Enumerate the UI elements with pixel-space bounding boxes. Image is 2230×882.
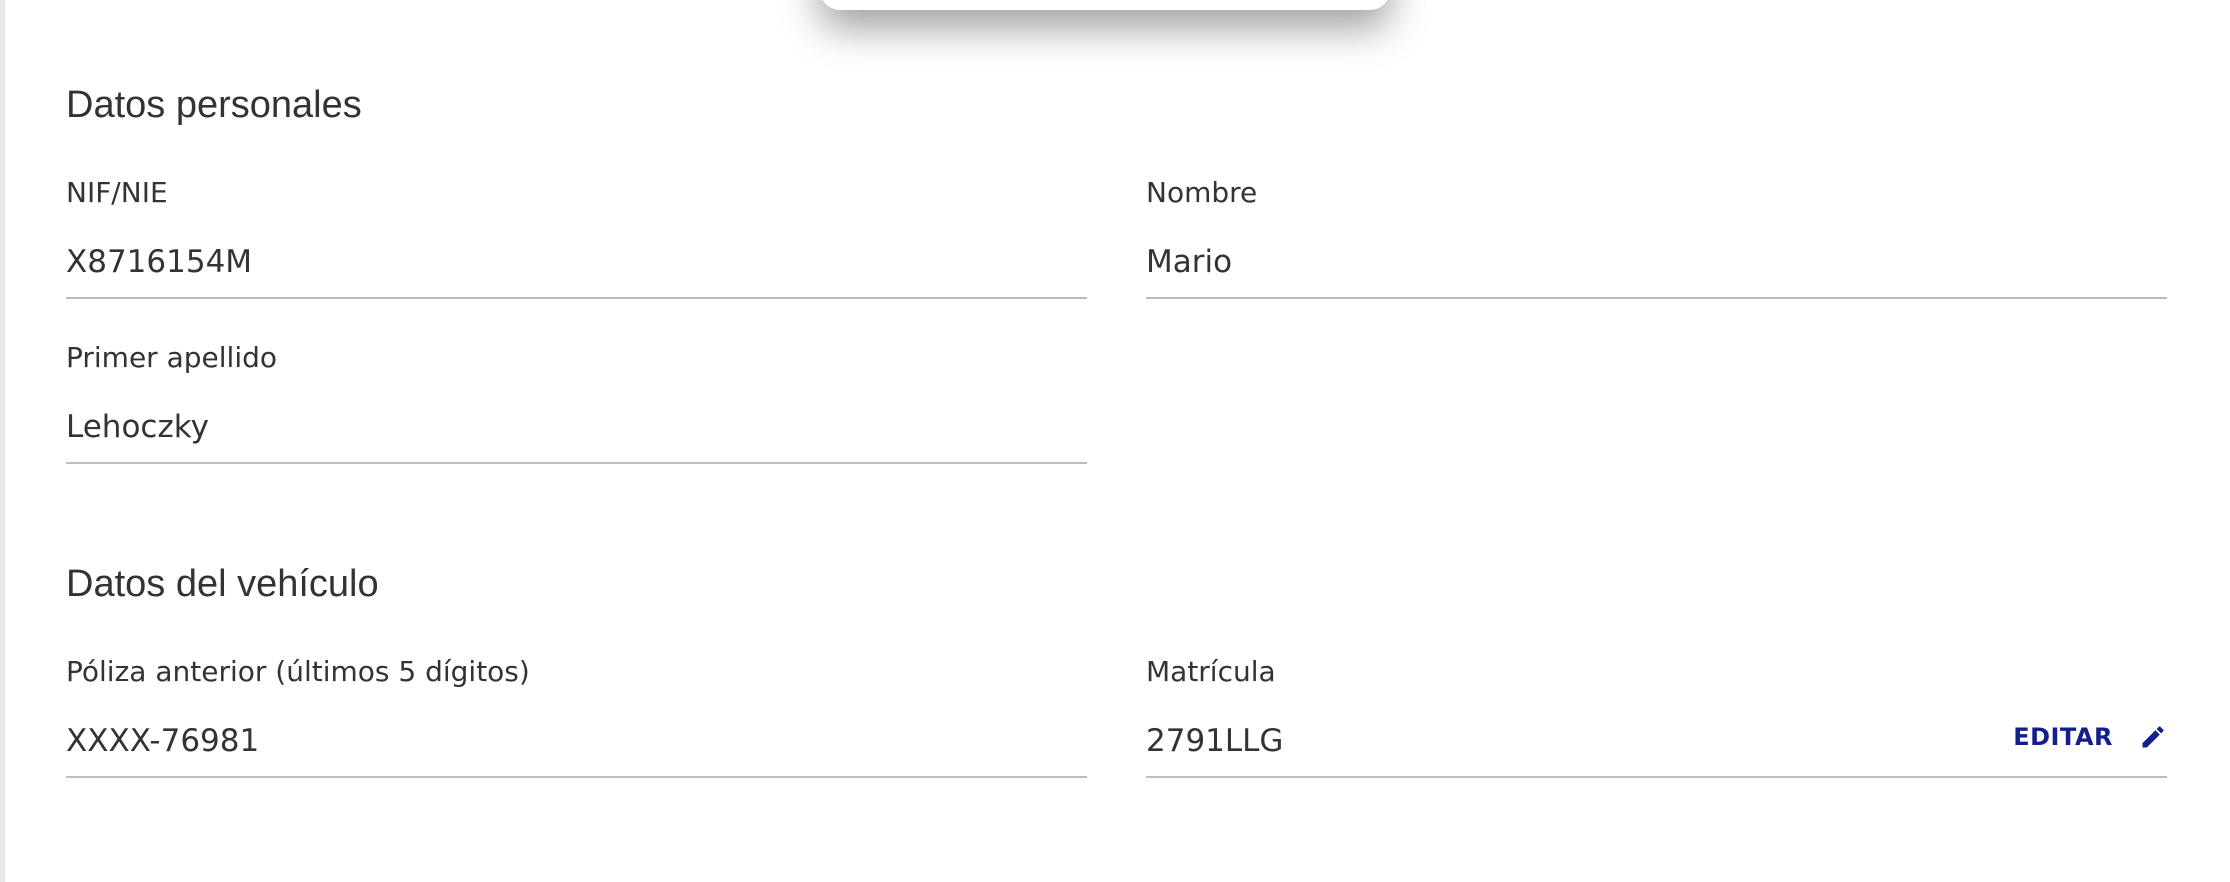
field-underline xyxy=(66,776,1087,778)
field-matricula: Matrícula 2791LLG EDITAR xyxy=(1146,655,2167,778)
left-border xyxy=(0,0,5,882)
section-title-vehicle: Datos del vehículo xyxy=(66,563,379,605)
field-poliza: Póliza anterior (últimos 5 dígitos) XXXX… xyxy=(66,655,1087,778)
field-label-apellido: Primer apellido xyxy=(66,341,277,374)
field-underline xyxy=(1146,776,2167,778)
field-apellido: Primer apellido Lehoczky xyxy=(66,341,1087,464)
field-underline xyxy=(1146,297,2167,299)
field-nif: NIF/NIE X8716154M xyxy=(66,176,1087,299)
edit-button-label: EDITAR xyxy=(2013,723,2113,751)
field-value-apellido: Lehoczky xyxy=(66,409,209,445)
field-label-nombre: Nombre xyxy=(1146,176,1258,209)
pencil-icon xyxy=(2139,723,2167,751)
field-value-matricula: 2791LLG xyxy=(1146,723,1284,759)
field-nombre: Nombre Mario xyxy=(1146,176,2167,299)
field-value-nombre: Mario xyxy=(1146,244,1233,280)
section-title-personal: Datos personales xyxy=(66,84,362,126)
field-label-matricula: Matrícula xyxy=(1146,655,1276,688)
field-value-nif: X8716154M xyxy=(66,244,253,280)
field-underline xyxy=(66,462,1087,464)
page: Datos personales NIF/NIE X8716154M Nombr… xyxy=(0,0,2230,882)
field-label-nif: NIF/NIE xyxy=(66,176,168,209)
field-label-poliza: Póliza anterior (últimos 5 dígitos) xyxy=(66,655,530,688)
field-underline xyxy=(66,297,1087,299)
field-value-poliza: XXXX-76981 xyxy=(66,723,260,759)
edit-matricula-button[interactable]: EDITAR xyxy=(2013,723,2167,751)
overlay-card-edge xyxy=(820,0,1390,10)
